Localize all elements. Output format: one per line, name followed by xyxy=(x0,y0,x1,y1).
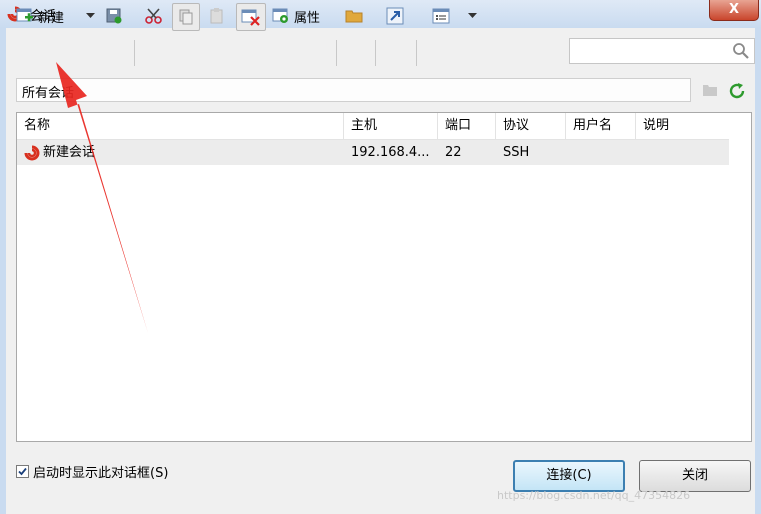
column-header-port[interactable]: 端口 xyxy=(438,113,496,139)
show-on-startup-label: 启动时显示此对话框(S) xyxy=(33,466,169,481)
toolbar-separator xyxy=(375,40,376,66)
view-dropdown-button[interactable] xyxy=(465,3,479,29)
properties-label: 属性 xyxy=(294,10,321,26)
session-description xyxy=(636,140,729,165)
refresh-icon[interactable] xyxy=(727,81,747,101)
new-session-icon xyxy=(16,8,33,22)
checkmark-icon xyxy=(18,467,27,476)
session-name: 新建会话 xyxy=(43,145,96,160)
delete-button[interactable] xyxy=(236,3,266,31)
column-header-host[interactable]: 主机 xyxy=(344,113,438,139)
scissors-icon xyxy=(145,8,162,24)
cut-button[interactable] xyxy=(142,3,166,29)
folder-path-bar[interactable]: 所有会话 xyxy=(16,78,691,102)
export-button[interactable] xyxy=(384,3,406,29)
new-session-label: 新建 xyxy=(38,10,65,26)
new-session-button[interactable]: 新建 xyxy=(16,3,76,29)
session-port: 22 xyxy=(445,145,462,160)
search-icon[interactable] xyxy=(732,42,750,60)
properties-button[interactable]: 属性 xyxy=(272,3,328,29)
export-icon xyxy=(386,7,404,25)
chevron-down-icon xyxy=(85,13,95,18)
toolbar-separator xyxy=(416,40,417,66)
list-header: 名称 主机 端口 协议 用户名 说明 xyxy=(17,113,729,140)
show-on-startup-option[interactable]: 启动时显示此对话框(S) xyxy=(16,462,168,481)
column-header-protocol[interactable]: 协议 xyxy=(496,113,566,139)
save-icon xyxy=(106,8,122,24)
column-header-description[interactable]: 说明 xyxy=(636,113,729,139)
search-box xyxy=(569,38,755,64)
session-host: 192.168.4... xyxy=(351,145,430,160)
show-on-startup-checkbox[interactable] xyxy=(16,465,29,478)
column-header-username[interactable]: 用户名 xyxy=(566,113,636,139)
paste-button[interactable] xyxy=(206,3,228,29)
open-folder-button[interactable] xyxy=(343,3,365,29)
list-view-icon xyxy=(432,8,450,24)
table-row[interactable]: 新建会话 192.168.4... 22 SSH xyxy=(17,140,729,165)
session-list[interactable]: 名称 主机 端口 协议 用户名 说明 新建会话 192.168.4... 22 … xyxy=(16,112,752,442)
column-header-name[interactable]: 名称 xyxy=(17,113,344,139)
session-name-cell: 新建会话 xyxy=(17,140,344,165)
search-input[interactable] xyxy=(574,40,728,64)
folder-icon xyxy=(345,10,363,23)
copy-button[interactable] xyxy=(172,3,200,31)
connect-button[interactable]: 连接(C) xyxy=(513,460,625,492)
session-user xyxy=(566,140,636,165)
view-button[interactable] xyxy=(430,3,452,29)
close-window-button[interactable]: X xyxy=(709,0,759,21)
chevron-down-icon xyxy=(467,13,477,18)
session-icon xyxy=(24,145,40,160)
copy-icon xyxy=(179,9,193,25)
session-protocol: SSH xyxy=(503,145,530,160)
folder-path-text: 所有会话 xyxy=(22,86,75,101)
new-dropdown-button[interactable] xyxy=(83,3,97,29)
toolbar-separator xyxy=(336,40,337,66)
folder-up-icon[interactable] xyxy=(702,83,718,97)
save-session-button[interactable] xyxy=(103,3,125,29)
watermark: https://blog.csdn.net/qq_47354826 xyxy=(497,489,691,502)
paste-icon xyxy=(210,8,223,24)
delete-icon xyxy=(241,9,260,26)
toolbar-separator xyxy=(134,40,135,66)
properties-icon xyxy=(272,8,288,23)
close-button[interactable]: 关闭 xyxy=(639,460,751,492)
